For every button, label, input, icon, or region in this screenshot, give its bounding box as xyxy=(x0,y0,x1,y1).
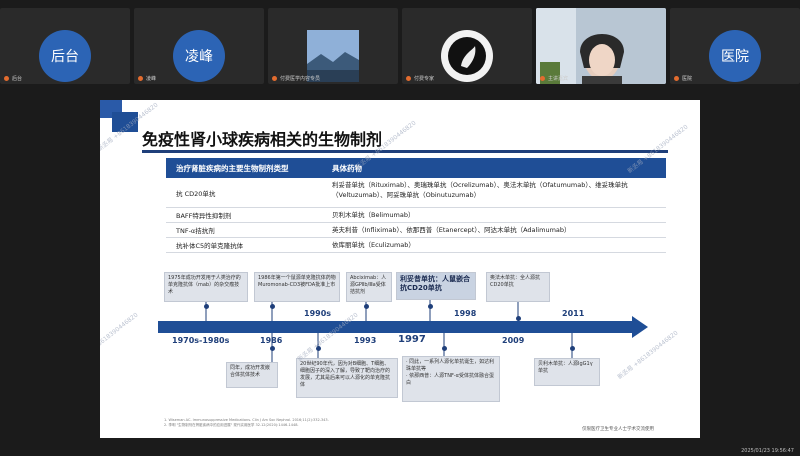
participant-tile[interactable]: 凌峰 凌峰 xyxy=(134,8,264,84)
timeline-event-top: 1986年第一个鼠源单克隆抗体药物Muromonab-CD3被FDA批准上市 xyxy=(254,272,340,302)
participant-tile[interactable]: 后台 后台 xyxy=(0,8,130,84)
participant-video-tile[interactable]: 主讲嘉宾 xyxy=(536,8,666,84)
timeline-event-bottom: 贝利木单抗：人源IgG1γ单抗 xyxy=(534,358,600,386)
shared-slide: 免疫性肾小球疾病相关的生物制剂 治疗肾脏疾病的主要生物制剂类型 具体药物 抗 C… xyxy=(100,100,700,438)
timeline-year: 1997 xyxy=(398,334,426,345)
mic-muted-icon xyxy=(4,76,9,81)
mic-muted-icon xyxy=(674,76,679,81)
timeline-event-bottom: 同年，成功开发嵌合体抗体技术 xyxy=(226,362,278,388)
reference-item: 2. 李明 "生物制剂在肾脏疾病中的应用进展" 现代实用医学 32.12(202… xyxy=(164,423,299,427)
timeline-marker xyxy=(364,304,369,309)
timeline-marker xyxy=(442,346,447,351)
participant-name: 付费医学内容专员 xyxy=(280,76,321,82)
avatar: 医院 xyxy=(709,30,761,82)
timeline-event-top: 奥法木单抗：全人源抗CD20单抗 xyxy=(486,272,550,302)
timeline-year: 1970s-1980s xyxy=(172,336,230,345)
timeline-event-bottom: 20世纪90年代，因为对B细胞、T细胞、细胞因子的深入了解，导致了靶向治疗的发展… xyxy=(296,358,398,398)
references: 1. Wiseman AC. Immunosuppressive Medicat… xyxy=(164,418,329,428)
mic-muted-icon xyxy=(272,76,277,81)
participant-tile[interactable]: 付费医学内容专员 xyxy=(268,8,398,84)
participant-name: 后台 xyxy=(12,76,23,82)
timeline-marker xyxy=(270,304,275,309)
participant-strip: 后台 后台 凌峰 凌峰 付费医学内容专员 付费专家 主讲嘉宾 医院 医院 xyxy=(0,0,800,85)
participant-name: 凌峰 xyxy=(146,76,157,82)
timeline-event-top: Abciximab：人源GPⅡb/Ⅲa受体拮抗剂 xyxy=(346,272,392,302)
mic-muted-icon xyxy=(540,76,545,81)
timeline-marker xyxy=(270,346,275,351)
participant-tile[interactable]: 付费专家 xyxy=(402,8,532,84)
timeline-marker xyxy=(428,304,433,309)
participant-name: 主讲嘉宾 xyxy=(548,76,569,82)
silhouette-icon xyxy=(448,37,486,75)
timestamp: 2025/01/23 19:56:47 xyxy=(741,448,794,454)
timeline-marker xyxy=(204,304,209,309)
timeline-marker xyxy=(516,316,521,321)
timeline-event-top: 1975年成功开发用于人类治疗的单克隆抗体（mab）的杂交瘤技术 xyxy=(164,272,248,302)
speaker-video-icon xyxy=(536,8,666,84)
avatar-photo-icon xyxy=(441,30,493,82)
timeline-year: 2011 xyxy=(562,309,585,318)
timeline-year: 1990s xyxy=(304,309,332,318)
timeline-arrow xyxy=(158,296,648,362)
participant-tile[interactable]: 医院 医院 xyxy=(670,8,800,84)
participant-name: 付费专家 xyxy=(414,76,435,82)
timeline-year: 1986 xyxy=(260,336,283,345)
timeline-year: 1993 xyxy=(354,336,377,345)
participant-name: 医院 xyxy=(682,76,693,82)
timeline-year: 2009 xyxy=(502,336,525,345)
avatar: 后台 xyxy=(39,30,91,82)
slide-footer: 仅限医疗卫生专业人士学术交流使用 xyxy=(582,427,654,432)
timeline-event-bottom: · 同此，一系列人源化单抗诞生，如达利珠单抗等 · 依那西普：人源TNF-α受体… xyxy=(402,356,500,402)
timeline-marker xyxy=(570,346,575,351)
mic-muted-icon xyxy=(406,76,411,81)
timeline-year: 1998 xyxy=(454,309,477,318)
mic-muted-icon xyxy=(138,76,143,81)
timeline-event-highlight: 利妥昔单抗：人鼠嵌合抗CD20单抗 xyxy=(396,272,476,300)
avatar: 凌峰 xyxy=(173,30,225,82)
